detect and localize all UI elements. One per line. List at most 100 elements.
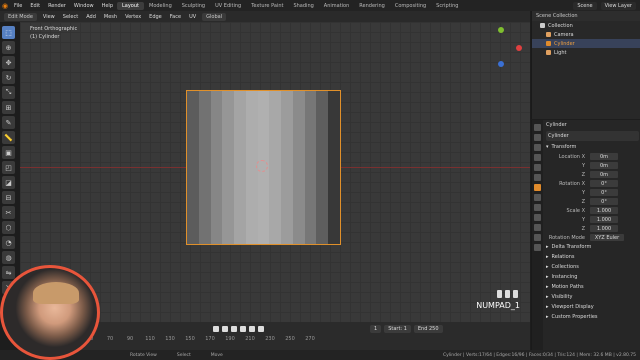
select-tool-icon[interactable]: ⬚ <box>2 26 15 39</box>
visibility-header[interactable]: ▸ Visibility <box>544 292 640 302</box>
menu-window[interactable]: Window <box>70 3 98 9</box>
scale-y-field[interactable]: 1.000 <box>590 216 618 223</box>
annotate-tool-icon[interactable]: ✎ <box>2 116 15 129</box>
outliner-item-camera[interactable]: Camera <box>532 30 640 39</box>
menu-view[interactable]: View <box>41 14 57 20</box>
location-y-field[interactable]: 0m <box>590 162 618 169</box>
output-tab-icon[interactable] <box>534 144 541 151</box>
move-tool-icon[interactable]: ✥ <box>2 56 15 69</box>
transform-tool-icon[interactable]: ⊞ <box>2 101 15 114</box>
poly-build-tool-icon[interactable]: ⬡ <box>2 221 15 234</box>
menu-render[interactable]: Render <box>44 3 70 9</box>
object-tab-icon[interactable] <box>534 184 541 191</box>
rotation-z-field[interactable]: 0° <box>590 198 618 205</box>
object-name-field[interactable]: Cylinder <box>546 131 639 141</box>
render-tab-icon[interactable] <box>534 134 541 141</box>
menu-edit[interactable]: Edit <box>26 3 44 9</box>
edge-slide-tool-icon[interactable]: ⇋ <box>2 266 15 279</box>
rotate-tool-icon[interactable]: ↻ <box>2 71 15 84</box>
tab-shading[interactable]: Shading <box>288 2 318 10</box>
material-tab-icon[interactable] <box>534 244 541 251</box>
tool-tab-icon[interactable] <box>534 124 541 131</box>
transform-panel-header[interactable]: ▾ Transform <box>544 142 640 152</box>
current-frame-field[interactable]: 1 <box>370 325 382 333</box>
scale-tool-icon[interactable]: ⤡ <box>2 86 15 99</box>
smooth-tool-icon[interactable]: ◍ <box>2 251 15 264</box>
world-tab-icon[interactable] <box>534 174 541 181</box>
menu-help[interactable]: Help <box>98 3 117 9</box>
tab-rendering[interactable]: Rendering <box>354 2 390 10</box>
x-axis-icon[interactable] <box>516 45 522 51</box>
play-icon[interactable] <box>240 326 246 332</box>
collections-header[interactable]: ▸ Collections <box>544 262 640 272</box>
3d-viewport[interactable]: Front Orthographic (1) Cylinder NUMPAD_1 <box>20 22 530 322</box>
measure-tool-icon[interactable]: 📏 <box>2 131 15 144</box>
tab-uv-editing[interactable]: UV Editing <box>210 2 246 10</box>
scale-x-field[interactable]: 1.000 <box>590 207 618 214</box>
location-z-field[interactable]: 0m <box>590 171 618 178</box>
particles-tab-icon[interactable] <box>534 204 541 211</box>
prev-keyframe-icon[interactable] <box>222 326 228 332</box>
data-tab-icon[interactable] <box>534 234 541 241</box>
outliner-item-collection[interactable]: Collection <box>532 21 640 30</box>
rotation-y-field[interactable]: 0° <box>590 189 618 196</box>
navigation-gizmo[interactable] <box>482 27 522 67</box>
menu-uv[interactable]: UV <box>187 14 198 20</box>
loop-cut-tool-icon[interactable]: ⊟ <box>2 191 15 204</box>
menu-mesh[interactable]: Mesh <box>102 14 119 20</box>
z-axis-icon[interactable] <box>498 61 504 67</box>
tab-sculpting[interactable]: Sculpting <box>177 2 210 10</box>
menu-edge[interactable]: Edge <box>147 14 164 20</box>
location-x-field[interactable]: 0m <box>590 153 618 160</box>
tab-layout[interactable]: Layout <box>117 1 144 10</box>
jump-end-icon[interactable] <box>258 326 264 332</box>
knife-tool-icon[interactable]: ✂ <box>2 206 15 219</box>
timeline-ruler[interactable]: -30030507090110130150170190210230250270 <box>20 336 530 346</box>
rotation-mode-dropdown[interactable]: XYZ Euler <box>590 234 624 241</box>
jump-start-icon[interactable] <box>213 326 219 332</box>
y-axis-icon[interactable] <box>498 27 504 33</box>
delta-transform-header[interactable]: ▸ Delta Transform <box>544 242 640 252</box>
outliner-header: Scene Collection <box>532 11 640 21</box>
physics-tab-icon[interactable] <box>534 214 541 221</box>
start-frame-field[interactable]: Start: 1 <box>384 325 411 333</box>
menu-select[interactable]: Select <box>61 14 80 20</box>
menu-file[interactable]: File <box>10 3 26 9</box>
tab-animation[interactable]: Animation <box>319 2 355 10</box>
outliner-item-light[interactable]: Light <box>532 48 640 57</box>
modifier-tab-icon[interactable] <box>534 194 541 201</box>
tab-modeling[interactable]: Modeling <box>144 2 177 10</box>
view-layer-selector[interactable]: View Layer <box>600 1 636 10</box>
tab-compositing[interactable]: Compositing <box>390 2 431 10</box>
scene-selector[interactable]: Scene <box>573 1 597 10</box>
blender-logo-icon[interactable]: ◉ <box>0 1 10 10</box>
menu-face[interactable]: Face <box>168 14 183 20</box>
viewport-display-header[interactable]: ▸ Viewport Display <box>544 302 640 312</box>
play-reverse-icon[interactable] <box>231 326 237 332</box>
orientation-dropdown[interactable]: Global <box>202 12 227 21</box>
spin-tool-icon[interactable]: ◔ <box>2 236 15 249</box>
tab-texture-paint[interactable]: Texture Paint <box>246 2 288 10</box>
tab-scripting[interactable]: Scripting <box>431 2 463 10</box>
extrude-tool-icon[interactable]: ▣ <box>2 146 15 159</box>
outliner-item-cylinder[interactable]: Cylinder <box>532 39 640 48</box>
custom-properties-header[interactable]: ▸ Custom Properties <box>544 312 640 322</box>
rotation-x-field[interactable]: 0° <box>590 180 618 187</box>
motion-paths-header[interactable]: ▸ Motion Paths <box>544 282 640 292</box>
instancing-header[interactable]: ▸ Instancing <box>544 272 640 282</box>
scene-tab-icon[interactable] <box>534 164 541 171</box>
start-label: Start: <box>388 326 403 332</box>
menu-add[interactable]: Add <box>84 14 98 20</box>
relations-header[interactable]: ▸ Relations <box>544 252 640 262</box>
scale-z-field[interactable]: 1.000 <box>590 225 618 232</box>
constraints-tab-icon[interactable] <box>534 224 541 231</box>
end-frame-field[interactable]: End 250 <box>413 325 443 333</box>
menu-vertex[interactable]: Vertex <box>123 14 143 20</box>
status-move: Move <box>210 352 223 358</box>
view-layer-tab-icon[interactable] <box>534 154 541 161</box>
mode-dropdown[interactable]: Edit Mode <box>4 12 37 21</box>
next-keyframe-icon[interactable] <box>249 326 255 332</box>
bevel-tool-icon[interactable]: ◪ <box>2 176 15 189</box>
inset-tool-icon[interactable]: ◰ <box>2 161 15 174</box>
cursor-tool-icon[interactable]: ⊕ <box>2 41 15 54</box>
